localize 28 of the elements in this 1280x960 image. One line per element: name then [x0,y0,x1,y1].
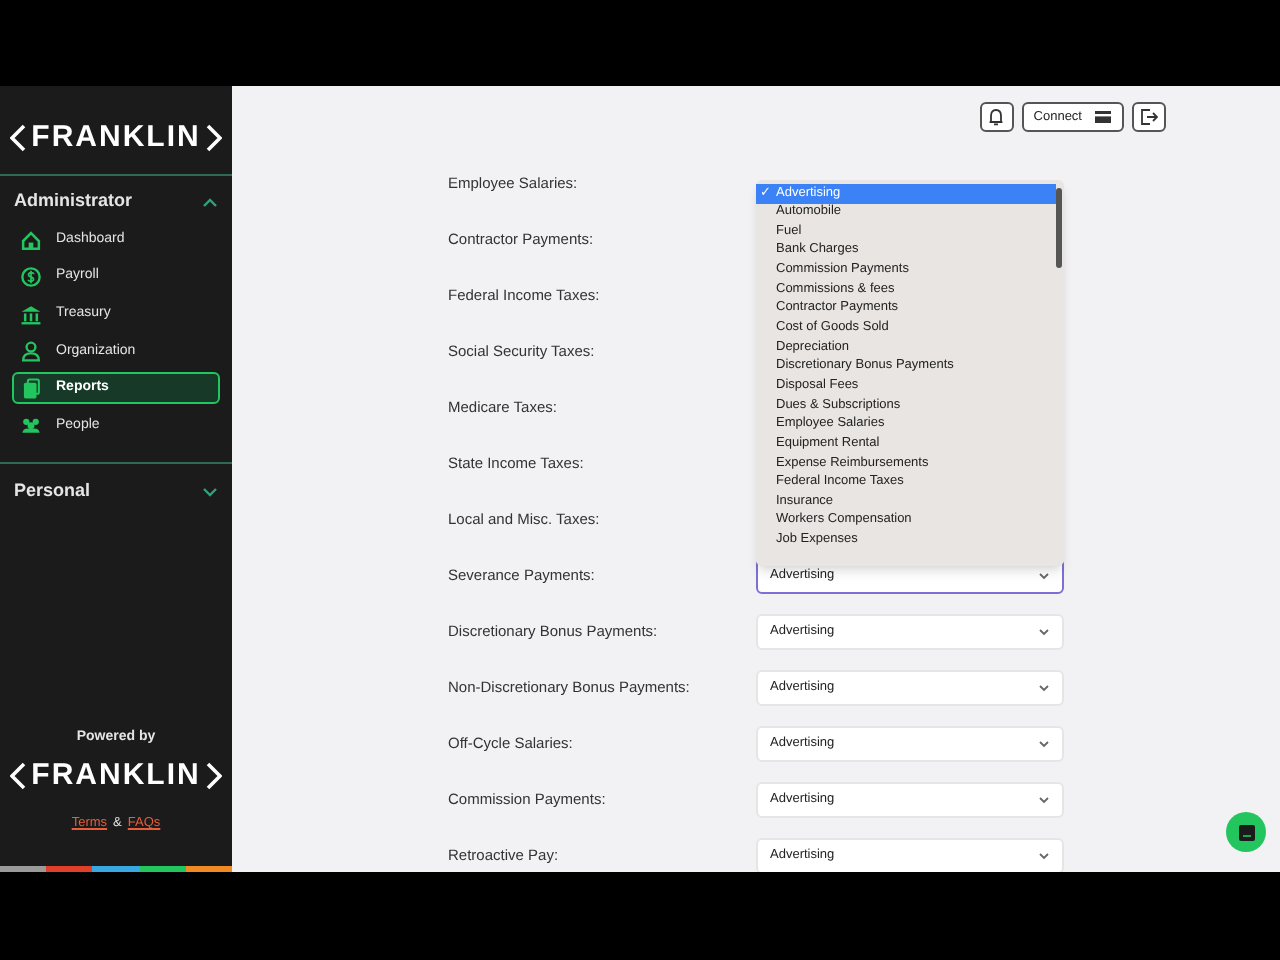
logout-icon [1140,108,1158,126]
clipboard-icon [20,377,42,400]
logout-button[interactable] [1132,102,1166,132]
home-icon [20,229,42,251]
section-header[interactable]: Administrator [0,180,232,224]
chevron-down-icon [1038,684,1050,692]
dollar-icon [20,266,42,289]
section-header[interactable]: Personal [0,469,232,514]
scrollbar [1056,188,1062,268]
card-icon [1094,110,1112,124]
people-icon [20,414,42,437]
bank-icon [20,303,42,326]
bracket-icon [206,761,223,790]
chevron-down-icon [1038,852,1050,860]
logo-text: FRANKLIN [31,760,201,791]
chevron-down-icon [1038,628,1050,636]
bracket-icon [206,123,223,151]
bracket-icon [9,123,26,151]
person-icon [20,340,42,363]
chevron-down-icon [1038,740,1050,748]
chevron-down-icon [1038,796,1050,804]
bell-icon [988,108,1005,126]
chevron-down-icon [1038,572,1050,580]
chat-button[interactable] [1226,812,1266,852]
bracket-icon [9,761,26,790]
chat-icon [1237,823,1255,841]
logo-text: FRANKLIN [31,122,201,152]
notifications-button[interactable] [979,102,1014,132]
